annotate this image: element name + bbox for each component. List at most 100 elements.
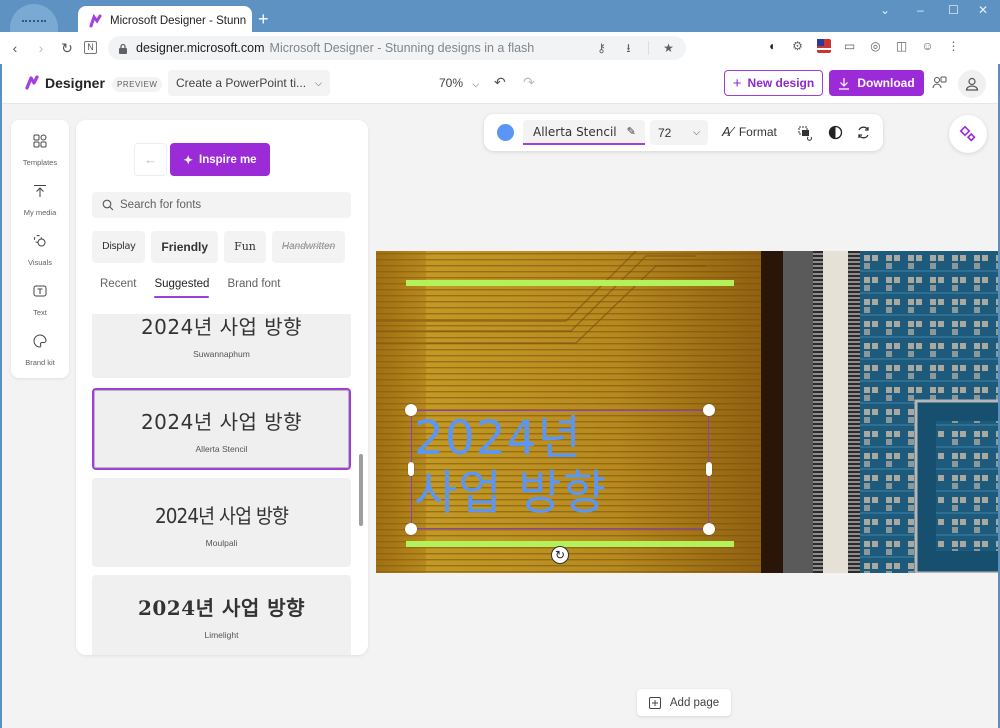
rail-label: Templates <box>22 158 58 167</box>
notion-extension-icon[interactable]: N <box>84 41 97 54</box>
text-format-icon: A∕ <box>722 124 733 139</box>
font-sample: 2024년 사업 방향 <box>137 596 306 620</box>
person-icon <box>965 77 979 91</box>
collaborate-icon[interactable] <box>932 75 948 91</box>
screen-record-icon[interactable]: ▭ <box>842 39 857 54</box>
rail-item-templates[interactable]: Templates <box>11 134 69 170</box>
forward-icon[interactable]: › <box>32 39 50 57</box>
rail-item-brand-kit[interactable]: Brand kit <box>11 334 69 370</box>
font-search-input[interactable] <box>120 199 340 211</box>
back-icon[interactable]: ‹ <box>6 39 24 57</box>
lock-icon <box>119 43 127 54</box>
text-toolbar: Allerta Stencil ✎ 72 ⌵ A∕ Format <box>484 114 883 151</box>
resize-handle-bottom-right[interactable] <box>703 523 715 535</box>
sparkle-icon: ✦ <box>183 154 194 167</box>
preview-badge: PREVIEW <box>112 77 163 92</box>
download-button[interactable]: Download <box>829 70 924 96</box>
design-canvas[interactable]: 2024년 사업 방향 ↻ <box>376 251 998 573</box>
download-icon <box>839 77 850 90</box>
tab-brand-font[interactable]: Brand font <box>227 278 280 298</box>
zoom-dropdown[interactable]: 70% ⌵ <box>439 76 479 90</box>
mouse-extension-icon[interactable]: ◖ <box>764 39 779 54</box>
rotate-handle[interactable]: ↻ <box>551 546 569 564</box>
chevron-down-icon: ⌵ <box>693 127 700 137</box>
rail-item-text[interactable]: Text <box>11 284 69 320</box>
url-page-title: Microsoft Designer - Stunning designs in… <box>269 41 535 55</box>
font-name: Moulpali <box>205 538 238 548</box>
visuals-icon <box>34 235 46 247</box>
tab-search-button[interactable]: ⌄ <box>880 3 890 17</box>
font-size-dropdown[interactable]: 72 ⌵ <box>650 120 708 145</box>
resize-handle-top-left[interactable] <box>405 404 417 416</box>
font-card-suwannaphum[interactable]: 2024년 사업 방향 Suwannaphum <box>92 314 351 378</box>
tab-recent[interactable]: Recent <box>100 278 136 298</box>
accent-line-bottom[interactable] <box>406 541 734 547</box>
inspire-me-label: Inspire me <box>199 153 257 166</box>
screenshot-icon[interactable]: ◎ <box>868 39 883 54</box>
maximize-button[interactable]: ☐ <box>948 3 959 17</box>
reload-icon[interactable]: ↻ <box>58 39 76 57</box>
font-search[interactable] <box>92 192 351 218</box>
install-app-icon[interactable]: ⭳ <box>621 41 636 56</box>
address-bar[interactable]: designer.microsoft.com Microsoft Designe… <box>108 36 686 60</box>
resize-handle-right[interactable] <box>706 462 712 476</box>
chip-display[interactable]: Display <box>92 231 146 263</box>
text-icon <box>33 285 47 297</box>
chip-handwritten[interactable]: Handwritten <box>271 231 346 263</box>
document-selector[interactable]: Create a PowerPoint ti... ⌵ <box>168 70 330 96</box>
rail-item-visuals[interactable]: Visuals <box>11 234 69 270</box>
download-label: Download <box>857 76 915 90</box>
font-panel: ← ✦ Inspire me DisplayFriendlyFunHandwri… <box>76 120 368 655</box>
font-card-limelight[interactable]: 2024년 사업 방향 Limelight <box>92 575 351 655</box>
rail-label: My media <box>23 208 57 217</box>
font-list-scrollbar[interactable] <box>359 454 363 526</box>
font-family-value: Allerta Stencil <box>533 124 617 139</box>
font-card-allerta-stencil[interactable]: 2024년 사업 방향 Allerta Stencil <box>92 388 351 470</box>
format-button[interactable]: A∕ Format <box>722 124 777 139</box>
accent-line-top[interactable] <box>406 280 734 286</box>
text-color-swatch[interactable] <box>497 124 514 141</box>
replace-icon[interactable] <box>856 125 871 140</box>
chip-friendly[interactable]: Friendly <box>151 231 219 263</box>
resize-handle-bottom-left[interactable] <box>405 523 417 535</box>
add-page-button[interactable]: Add page <box>637 689 731 716</box>
designer-logo[interactable]: Designer <box>24 75 105 91</box>
plus-icon: + <box>732 74 742 92</box>
font-list: 2024년 사업 방향 Suwannaphum 2024년 사업 방향 Alle… <box>92 314 353 655</box>
font-name: Allerta Stencil <box>195 444 248 454</box>
resize-handle-left[interactable] <box>408 462 414 476</box>
left-rail: Templates My media Visuals Text Brand ki… <box>11 120 69 378</box>
resize-handle-top-right[interactable] <box>703 404 715 416</box>
redo-icon[interactable]: ↷ <box>523 74 535 91</box>
add-page-icon <box>648 696 661 709</box>
designer-copilot-button[interactable] <box>949 115 987 153</box>
rail-label: Visuals <box>27 258 53 267</box>
flag-extension-icon[interactable] <box>816 39 831 54</box>
new-tab-button[interactable]: + <box>258 9 269 29</box>
extensions-icon[interactable]: ⚙ <box>790 39 805 54</box>
back-button[interactable]: ← <box>134 143 167 176</box>
font-category-chips: DisplayFriendlyFunHandwrittenMo <box>92 231 351 263</box>
key-icon[interactable]: ⚷ <box>594 41 609 56</box>
rail-item-my-media[interactable]: My media <box>11 184 69 220</box>
selection-box <box>411 410 709 529</box>
favorites-icon[interactable]: ★ <box>661 41 676 56</box>
inspire-me-button[interactable]: ✦ Inspire me <box>170 143 270 176</box>
font-card-moulpali[interactable]: 2024년 사업 방향 Moulpali <box>92 478 351 567</box>
rail-label: Brand kit <box>25 358 55 367</box>
new-design-button[interactable]: + New design <box>724 70 823 96</box>
undo-icon[interactable]: ↶ <box>494 74 506 91</box>
minimize-button[interactable]: – <box>917 3 924 17</box>
sparkle-diamonds-icon <box>959 125 976 142</box>
split-view-icon[interactable]: ◫ <box>894 39 909 54</box>
user-avatar[interactable] <box>958 70 986 98</box>
profile-icon[interactable]: ☺ <box>920 39 935 54</box>
close-window-button[interactable]: ✕ <box>978 3 988 17</box>
font-name: Suwannaphum <box>193 349 250 359</box>
text-effects-icon[interactable] <box>797 125 813 141</box>
contrast-icon[interactable] <box>828 125 843 140</box>
font-family-field[interactable]: Allerta Stencil ✎ <box>523 120 645 145</box>
more-menu-icon[interactable]: ⋮ <box>946 39 961 54</box>
tab-suggested[interactable]: Suggested <box>154 278 210 298</box>
chip-fun[interactable]: Fun <box>224 231 266 263</box>
